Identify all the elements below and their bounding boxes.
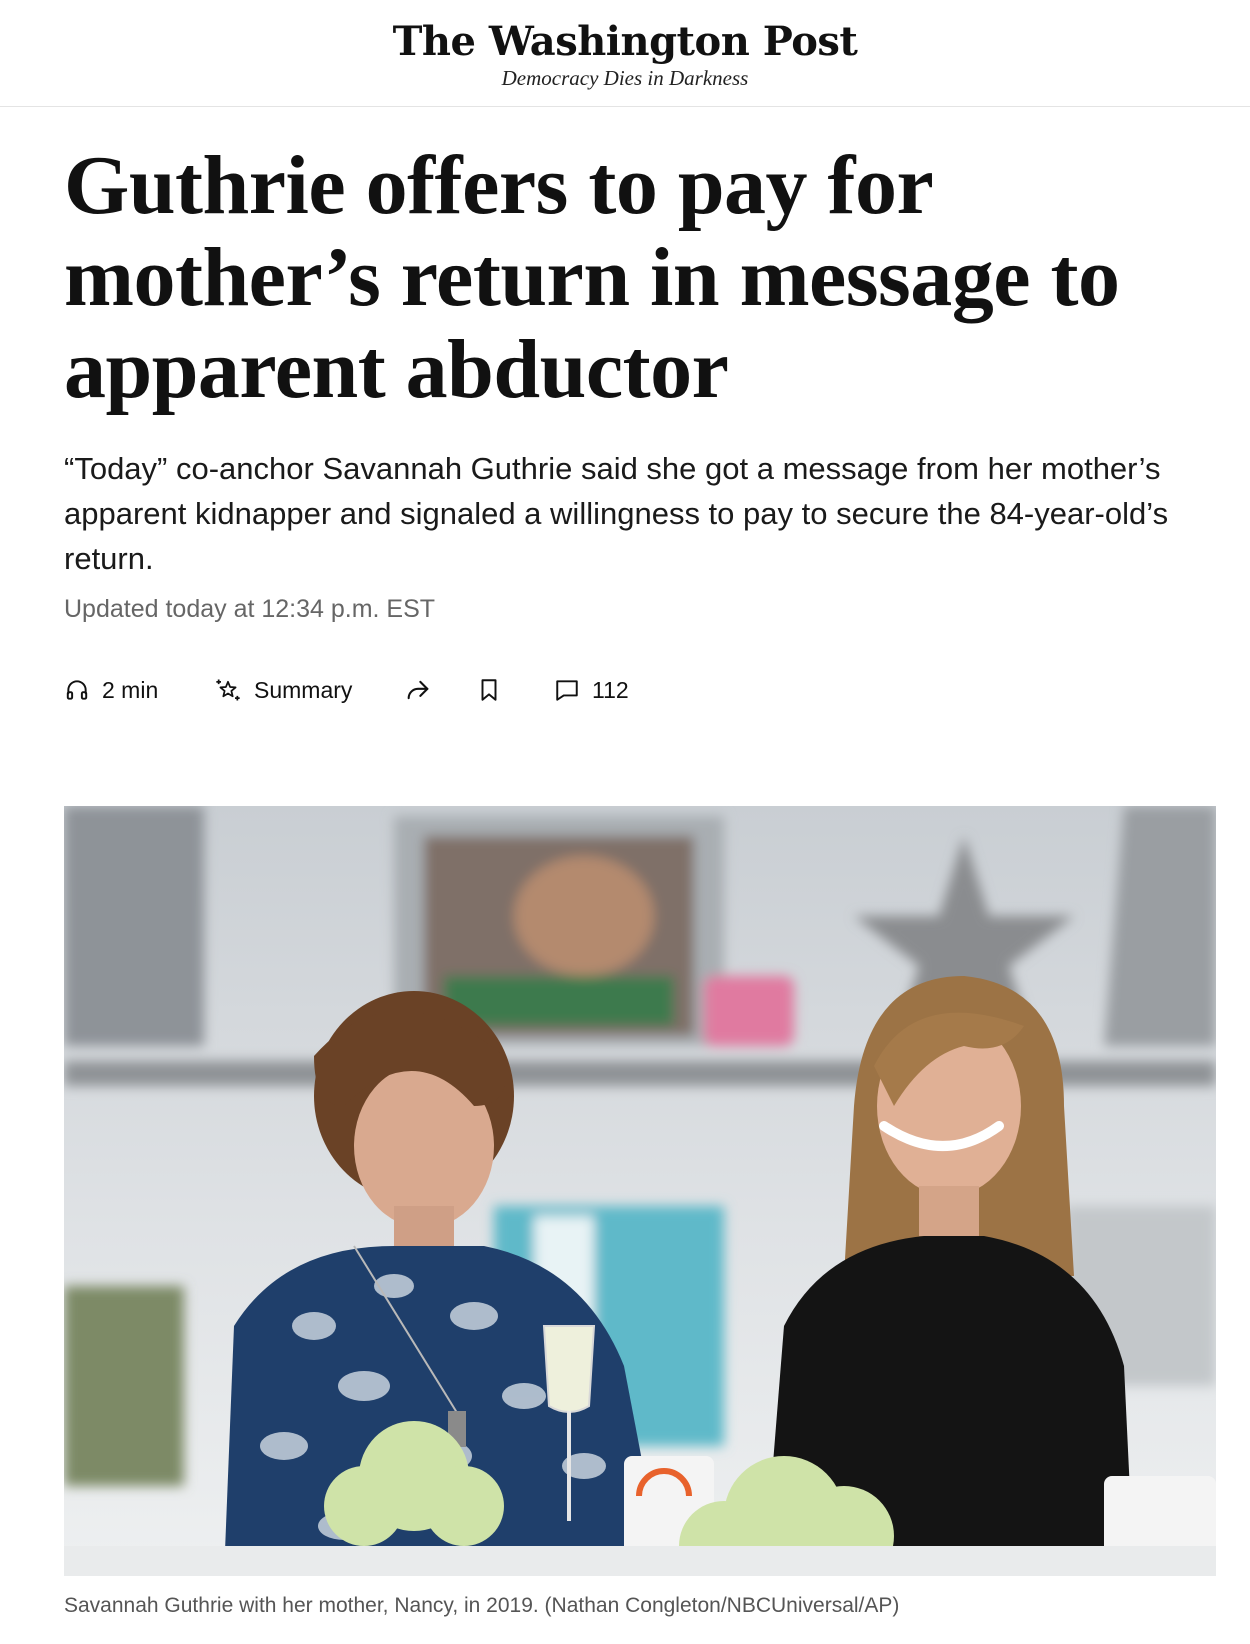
- article-toolbar: 2 min Summary 112: [64, 670, 629, 710]
- article-dek: “Today” co-anchor Savannah Guthrie said …: [64, 451, 1169, 576]
- comments-count: 112: [592, 676, 629, 703]
- article-headline: Guthrie offers to pay for mother’s retur…: [64, 139, 1120, 416]
- summary-button[interactable]: Summary: [214, 676, 404, 704]
- summary-label: Summary: [254, 676, 353, 703]
- comments-button[interactable]: 112: [554, 677, 629, 704]
- comment-icon: [554, 677, 580, 703]
- article-timestamp: Updated today at 12:34 p.m. EST: [64, 595, 436, 623]
- lead-photo[interactable]: [64, 806, 1216, 1576]
- share-arrow-icon: [404, 676, 432, 704]
- share-button[interactable]: [404, 676, 476, 704]
- site-logo[interactable]: The Washington Post: [0, 18, 1250, 65]
- bookmark-icon: [476, 677, 502, 703]
- lead-photo-image: [64, 806, 1216, 1576]
- sparkle-icon: [214, 676, 242, 704]
- masthead: The Washington Post Democracy Dies in Da…: [0, 0, 1250, 107]
- bookmark-button[interactable]: [476, 677, 554, 703]
- photo-caption: Savannah Guthrie with her mother, Nancy,…: [64, 1594, 900, 1617]
- headphones-icon: [64, 677, 90, 703]
- listen-duration: 2 min: [102, 676, 159, 703]
- listen-button[interactable]: 2 min: [64, 677, 214, 704]
- site-tagline: Democracy Dies in Darkness: [501, 66, 749, 90]
